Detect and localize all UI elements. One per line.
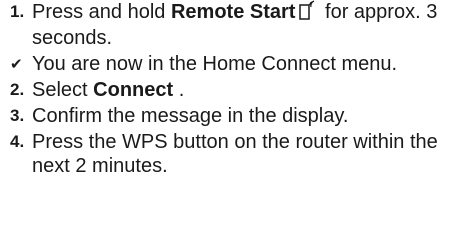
- remote-start-label: Remote Start: [170, 1, 296, 23]
- step-text-before: Select: [32, 79, 94, 101]
- instruction-step-1: 1. Press and hold Remote Start for appro…: [10, 0, 450, 50]
- result-text: You are now in the Home Connect menu.: [32, 53, 398, 75]
- instruction-step-2: 2. Select Connect .: [10, 78, 450, 102]
- result-step: ✔ You are now in the Home Connect menu.: [10, 52, 450, 76]
- instruction-step-3: 3. Confirm the message in the display.: [10, 104, 450, 128]
- step-text: Press the WPS button on the router withi…: [32, 131, 438, 177]
- step-text: Confirm the message in the display.: [32, 105, 349, 127]
- step-number: 1.: [10, 2, 25, 21]
- step-number: 3.: [10, 106, 25, 125]
- step-number: 4.: [10, 132, 25, 151]
- instruction-step-4: 4. Press the WPS button on the router wi…: [10, 130, 450, 178]
- step-text-before: Press and hold: [32, 1, 171, 23]
- remote-start-icon: [299, 0, 315, 26]
- step-text-after: .: [173, 79, 185, 101]
- instruction-list: 1. Press and hold Remote Start for appro…: [10, 0, 450, 178]
- connect-label: Connect: [93, 79, 174, 101]
- checkmark-icon: ✔: [10, 56, 23, 73]
- step-number: 2.: [10, 80, 25, 99]
